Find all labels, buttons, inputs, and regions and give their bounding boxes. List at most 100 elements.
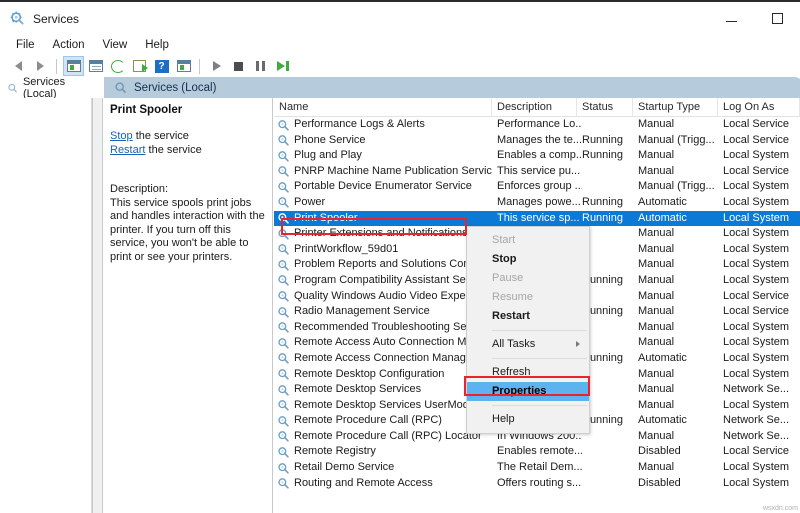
tab-strip: Services (Local) Services (Local) [0,77,800,98]
context-menu-separator [492,330,587,331]
column-header-description[interactable]: Description [492,98,577,117]
table-row[interactable]: Plug and PlayEnables a comp...RunningMan… [274,148,800,164]
show-action-pane-icon[interactable] [173,56,194,76]
table-row[interactable]: Performance Logs & AlertsPerformance Lo.… [274,117,800,133]
description-label: Description: [110,183,265,197]
menu-action[interactable]: Action [45,38,93,52]
menu-help[interactable]: Help [137,38,177,52]
cell-name: Print Spooler [274,211,492,227]
column-header-startup-type[interactable]: Startup Type [633,98,718,117]
cell-name: Program Compatibility Assistant Servi... [274,273,492,289]
column-header-log-on-as[interactable]: Log On As [718,98,800,117]
cell-status [582,320,638,336]
tab-services-local-tree[interactable]: Services (Local) [0,77,95,98]
chevron-right-icon [576,341,580,347]
console-tree-pane [0,98,92,513]
back-arrow-icon[interactable] [8,56,29,76]
cell-logon: Local System [723,398,800,414]
service-description-block: Description: This service spools print j… [110,183,265,265]
cell-status [582,460,638,476]
stop-service-link[interactable]: Stop [110,130,133,142]
cell-status: Running [582,273,638,289]
cell-startup: Manual [638,117,723,133]
forward-arrow-icon[interactable] [30,56,51,76]
cell-status [582,382,638,398]
cell-status [582,117,638,133]
cell-name: Plug and Play [274,148,492,164]
cell-name: Remote Desktop Services UserMode Port R.… [274,398,492,414]
cell-description: Performance Lo... [497,117,582,133]
cell-status [582,179,638,195]
pane-splitter[interactable] [92,98,103,513]
stop-service-suffix: the service [133,130,189,142]
cell-description: The Retail Dem... [497,460,582,476]
cell-startup: Disabled [638,444,723,460]
cell-name: Remote Desktop Configuration [274,367,492,383]
cell-name: Power [274,195,492,211]
cell-startup: Manual [638,242,723,258]
table-row[interactable]: Remote RegistryEnables remote...Disabled… [274,444,800,460]
context-menu-separator [492,358,587,359]
cell-startup: Manual [638,460,723,476]
table-row[interactable]: Routing and Remote AccessOffers routing … [274,476,800,492]
cell-logon: Network Se... [723,429,800,445]
list-column-headers: NameDescriptionStatusStartup TypeLog On … [274,98,800,117]
table-row[interactable]: Phone ServiceManages the te...RunningMan… [274,133,800,149]
stop-service-line: Stop the service [110,129,265,143]
context-menu-item-help[interactable]: Help [467,410,589,429]
cell-startup: Manual [638,304,723,320]
table-row[interactable]: Portable Device Enumerator ServiceEnforc… [274,179,800,195]
cell-startup: Manual [638,367,723,383]
context-menu-item-properties[interactable]: Properties [467,382,589,401]
help-icon[interactable]: ? [151,56,172,76]
toolbar-separator-1 [56,59,57,74]
table-row-selected[interactable]: Print SpoolerThis service sp...RunningAu… [274,211,800,227]
cell-status: Running [582,195,638,211]
column-header-status[interactable]: Status [577,98,633,117]
cell-startup: Manual (Trigg... [638,179,723,195]
cell-status [582,335,638,351]
cell-startup: Manual (Trigg... [638,133,723,149]
cell-logon: Local Service [723,289,800,305]
refresh-icon[interactable] [107,56,128,76]
context-menu-item-stop[interactable]: Stop [467,250,589,269]
show-hide-console-tree-icon[interactable] [63,56,84,76]
cell-logon: Local Service [723,133,800,149]
table-row[interactable]: PowerManages powe...RunningAutomaticLoca… [274,195,800,211]
column-header-name[interactable]: Name [274,98,492,117]
tab-services-local-content[interactable]: Services (Local) [104,77,800,98]
restart-service-icon[interactable] [272,56,293,76]
cell-name: PrintWorkflow_59d01 [274,242,492,258]
properties-icon[interactable] [85,56,106,76]
cell-logon: Local System [723,367,800,383]
menu-file[interactable]: File [8,38,43,52]
pause-service-icon[interactable] [250,56,271,76]
context-menu-item-all-tasks[interactable]: All Tasks [467,335,589,354]
cell-logon: Local System [723,195,800,211]
cell-logon: Local System [723,211,800,227]
menu-view[interactable]: View [95,38,136,52]
table-row[interactable]: Retail Demo ServiceThe Retail Dem...Manu… [274,460,800,476]
table-row[interactable]: PNRP Machine Name Publication ServiceThi… [274,164,800,180]
cell-name: Remote Access Connection Manager [274,351,492,367]
minimize-button[interactable] [708,2,754,35]
cell-startup: Automatic [638,413,723,429]
cell-status: Running [582,133,638,149]
cell-logon: Local System [723,320,800,336]
cell-status [582,164,638,180]
maximize-button[interactable] [754,2,800,35]
export-list-icon[interactable] [129,56,150,76]
context-menu-item-restart[interactable]: Restart [467,307,589,326]
cell-logon: Local Service [723,164,800,180]
cell-startup: Automatic [638,351,723,367]
stop-service-icon[interactable] [228,56,249,76]
cell-startup: Manual [638,273,723,289]
cell-status: Running [582,351,638,367]
cell-logon: Local Service [723,444,800,460]
cell-logon: Local System [723,476,800,492]
restart-service-link[interactable]: Restart [110,144,145,156]
cell-description: Manages the te... [497,133,582,149]
start-service-icon[interactable] [206,56,227,76]
context-menu-item-refresh[interactable]: Refresh [467,363,589,382]
cell-name: Printer Extensions and Notifications [274,226,492,242]
